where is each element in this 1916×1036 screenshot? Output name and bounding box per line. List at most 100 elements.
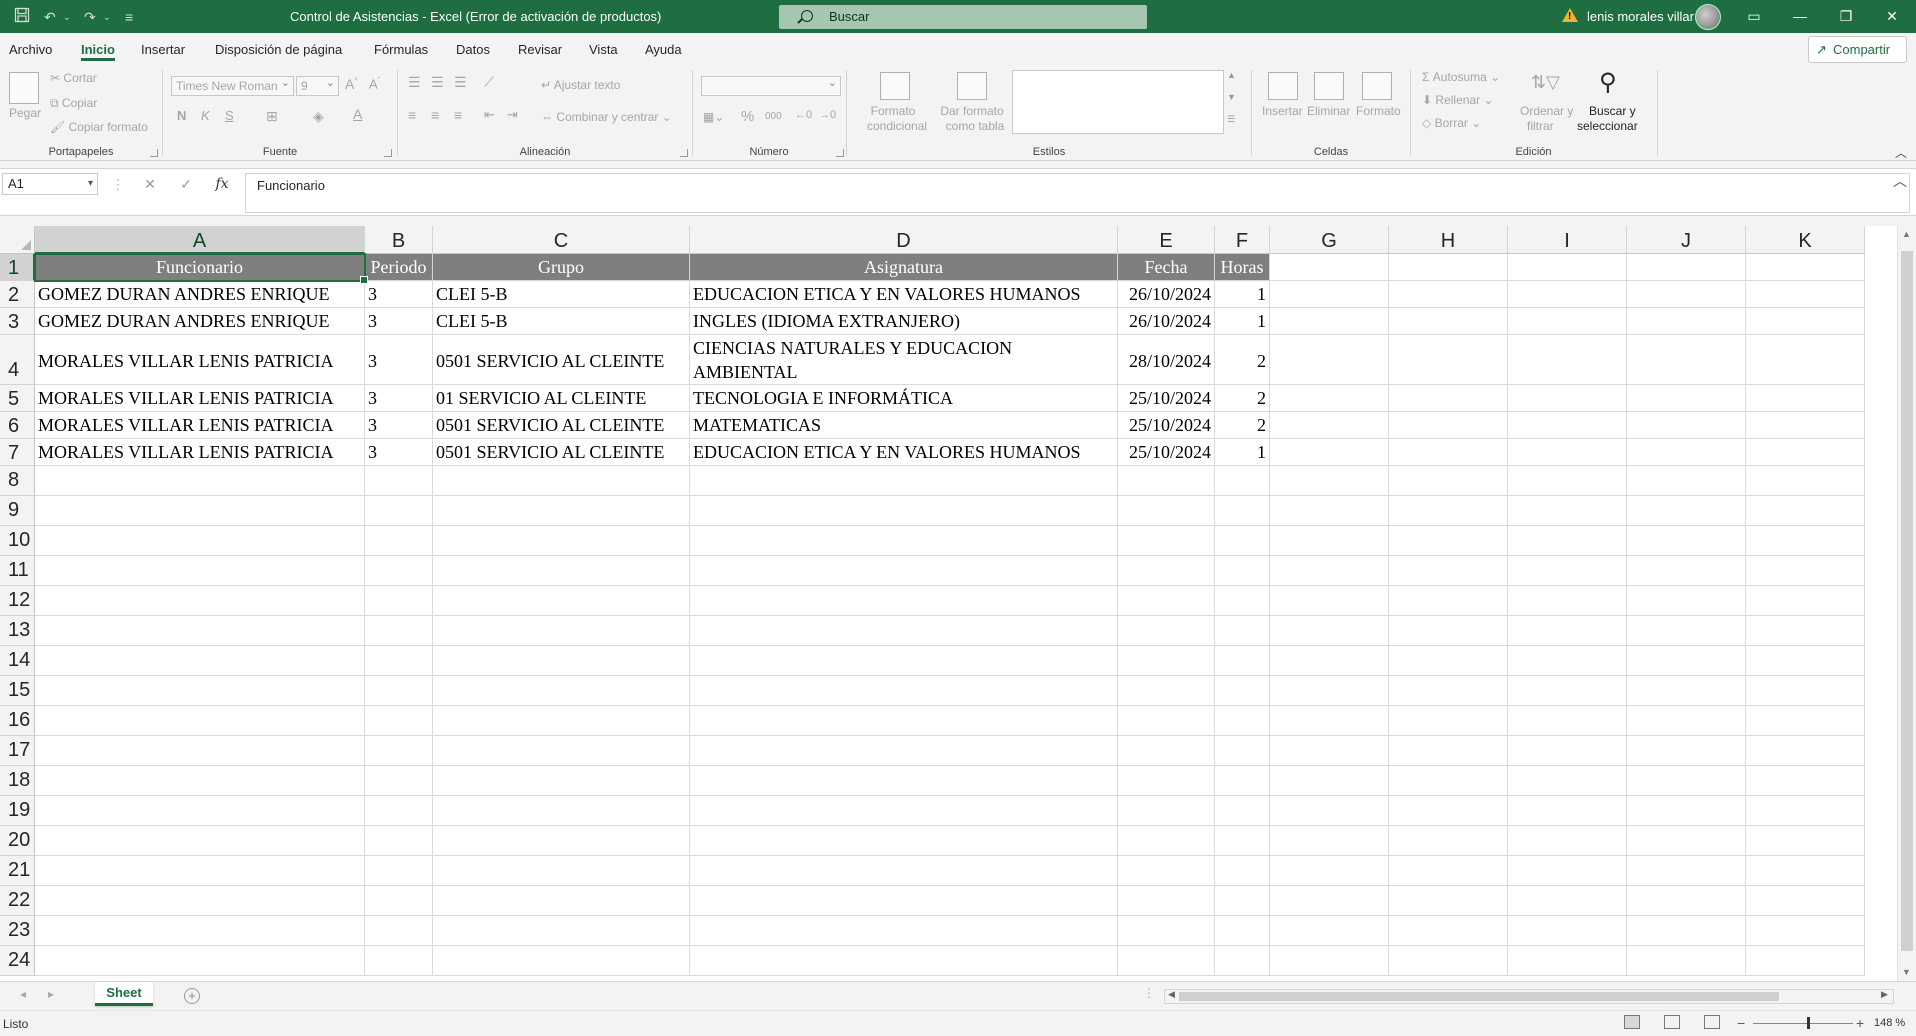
- empty-cell[interactable]: [1118, 946, 1215, 976]
- empty-cell[interactable]: [365, 916, 433, 946]
- empty-cell[interactable]: [1508, 385, 1627, 412]
- worksheet-grid[interactable]: ABCDEFGHIJK 1 2 3 4 5 6 7 8 9 10 11 12 13 14 15 16 17 18 1…: [0, 226, 1916, 981]
- gallery-more-icon[interactable]: ☰: [1227, 114, 1235, 125]
- empty-cell[interactable]: [1627, 466, 1746, 496]
- empty-cell[interactable]: [433, 856, 690, 886]
- decrease-font-icon[interactable]: Aˇ: [369, 76, 380, 91]
- format-painter-button[interactable]: 🖌 Copiar formato: [50, 120, 148, 134]
- empty-cell[interactable]: [1389, 676, 1508, 706]
- table-cell[interactable]: MATEMATICAS: [690, 412, 1118, 439]
- wrap-text-button[interactable]: ↵ Ajustar texto: [541, 78, 620, 92]
- empty-cell[interactable]: [1270, 916, 1389, 946]
- empty-cell[interactable]: [1508, 556, 1627, 586]
- copy-button[interactable]: ⧉ Copiar: [50, 96, 97, 111]
- row-header-18[interactable]: 18: [0, 766, 35, 796]
- empty-cell[interactable]: [1389, 766, 1508, 796]
- redo-icon[interactable]: ↷: [84, 7, 96, 27]
- empty-cell[interactable]: [1627, 586, 1746, 616]
- column-header-j[interactable]: J: [1627, 226, 1746, 254]
- zoom-out-icon[interactable]: −: [1737, 1015, 1745, 1031]
- empty-cell[interactable]: [1627, 796, 1746, 826]
- empty-cell[interactable]: [1389, 556, 1508, 586]
- empty-cell[interactable]: [1215, 736, 1270, 766]
- table-cell[interactable]: CLEI 5-B: [433, 308, 690, 335]
- empty-cell[interactable]: [1508, 526, 1627, 556]
- horizontal-scrollbar[interactable]: ◀ ▶: [1164, 989, 1894, 1004]
- empty-cell[interactable]: [1508, 736, 1627, 766]
- empty-cell[interactable]: [433, 466, 690, 496]
- paste-icon[interactable]: [9, 72, 39, 104]
- empty-cell[interactable]: [690, 526, 1118, 556]
- table-cell[interactable]: 25/10/2024: [1118, 385, 1215, 412]
- empty-cell[interactable]: [1389, 826, 1508, 856]
- empty-cell[interactable]: [35, 466, 365, 496]
- empty-cell[interactable]: [1118, 916, 1215, 946]
- row-header-5[interactable]: 5: [0, 385, 35, 412]
- increase-indent-icon[interactable]: ⇥: [507, 107, 518, 123]
- undo-icon[interactable]: ↶: [44, 7, 56, 27]
- empty-cell[interactable]: [1215, 556, 1270, 586]
- normal-view-icon[interactable]: [1624, 1015, 1640, 1029]
- number-launcher-icon[interactable]: [836, 149, 844, 157]
- empty-cell[interactable]: [690, 616, 1118, 646]
- clear-button[interactable]: ◇ Borrar ⌄: [1422, 116, 1481, 130]
- empty-cell[interactable]: [1118, 706, 1215, 736]
- tab-disposicion-de-pagina[interactable]: Disposición de página: [215, 33, 342, 66]
- empty-cell[interactable]: [1508, 916, 1627, 946]
- zoom-slider-handle[interactable]: [1807, 1017, 1810, 1029]
- empty-cell[interactable]: [1389, 886, 1508, 916]
- page-layout-view-icon[interactable]: [1664, 1015, 1680, 1029]
- empty-cell[interactable]: [1270, 308, 1389, 335]
- empty-cell[interactable]: [1746, 385, 1865, 412]
- empty-cell[interactable]: [433, 886, 690, 916]
- empty-cell[interactable]: [1389, 616, 1508, 646]
- close-button[interactable]: ✕: [1869, 0, 1915, 33]
- table-cell[interactable]: GOMEZ DURAN ANDRES ENRIQUE: [35, 308, 365, 335]
- font-name-select[interactable]: Times New Roman: [171, 74, 294, 96]
- empty-cell[interactable]: [1215, 856, 1270, 886]
- empty-cell[interactable]: [433, 766, 690, 796]
- empty-cell[interactable]: [1389, 736, 1508, 766]
- empty-cell[interactable]: [1270, 796, 1389, 826]
- empty-cell[interactable]: [35, 526, 365, 556]
- empty-cell[interactable]: [690, 946, 1118, 976]
- table-cell[interactable]: 0501 SERVICIO AL CLEINTE: [433, 335, 690, 385]
- row-header-9[interactable]: 9: [0, 496, 35, 526]
- empty-cell[interactable]: [1215, 616, 1270, 646]
- next-sheet-icon[interactable]: ▸: [48, 987, 54, 1001]
- empty-cell[interactable]: [433, 706, 690, 736]
- increase-font-icon[interactable]: A^: [345, 76, 358, 92]
- empty-cell[interactable]: [1215, 526, 1270, 556]
- table-cell[interactable]: TECNOLOGIA E INFORMÁTICA: [690, 385, 1118, 412]
- empty-cell[interactable]: [1746, 916, 1865, 946]
- empty-cell[interactable]: [1118, 826, 1215, 856]
- column-header-d[interactable]: D: [690, 226, 1118, 254]
- empty-cell[interactable]: [1118, 526, 1215, 556]
- minimize-button[interactable]: —: [1777, 0, 1823, 33]
- empty-cell[interactable]: [365, 856, 433, 886]
- empty-cell[interactable]: [1746, 826, 1865, 856]
- empty-cell[interactable]: [1508, 308, 1627, 335]
- empty-cell[interactable]: [1389, 254, 1508, 281]
- header-cell[interactable]: Fecha: [1118, 254, 1215, 281]
- table-cell[interactable]: 25/10/2024: [1118, 439, 1215, 466]
- empty-cell[interactable]: [1270, 496, 1389, 526]
- table-cell[interactable]: 3: [365, 439, 433, 466]
- empty-cell[interactable]: [365, 676, 433, 706]
- sort-filter-icon[interactable]: ⇅▽: [1531, 72, 1560, 93]
- empty-cell[interactable]: [1508, 826, 1627, 856]
- find-select-icon[interactable]: ⚲: [1599, 68, 1617, 97]
- empty-cell[interactable]: [1389, 496, 1508, 526]
- empty-cell[interactable]: [1746, 586, 1865, 616]
- empty-cell[interactable]: [1627, 254, 1746, 281]
- empty-cell[interactable]: [35, 706, 365, 736]
- scroll-left-icon[interactable]: ◀: [1168, 989, 1175, 1000]
- empty-cell[interactable]: [1746, 308, 1865, 335]
- empty-cell[interactable]: [1746, 439, 1865, 466]
- fill-color-icon[interactable]: ◈: [313, 108, 324, 125]
- table-cell[interactable]: 2: [1215, 385, 1270, 412]
- redo-dropdown-icon[interactable]: ⌄: [103, 7, 111, 27]
- format-as-table-line1[interactable]: Dar formato: [937, 104, 1007, 118]
- empty-cell[interactable]: [1508, 796, 1627, 826]
- conditional-format-line2[interactable]: condicional: [858, 119, 936, 133]
